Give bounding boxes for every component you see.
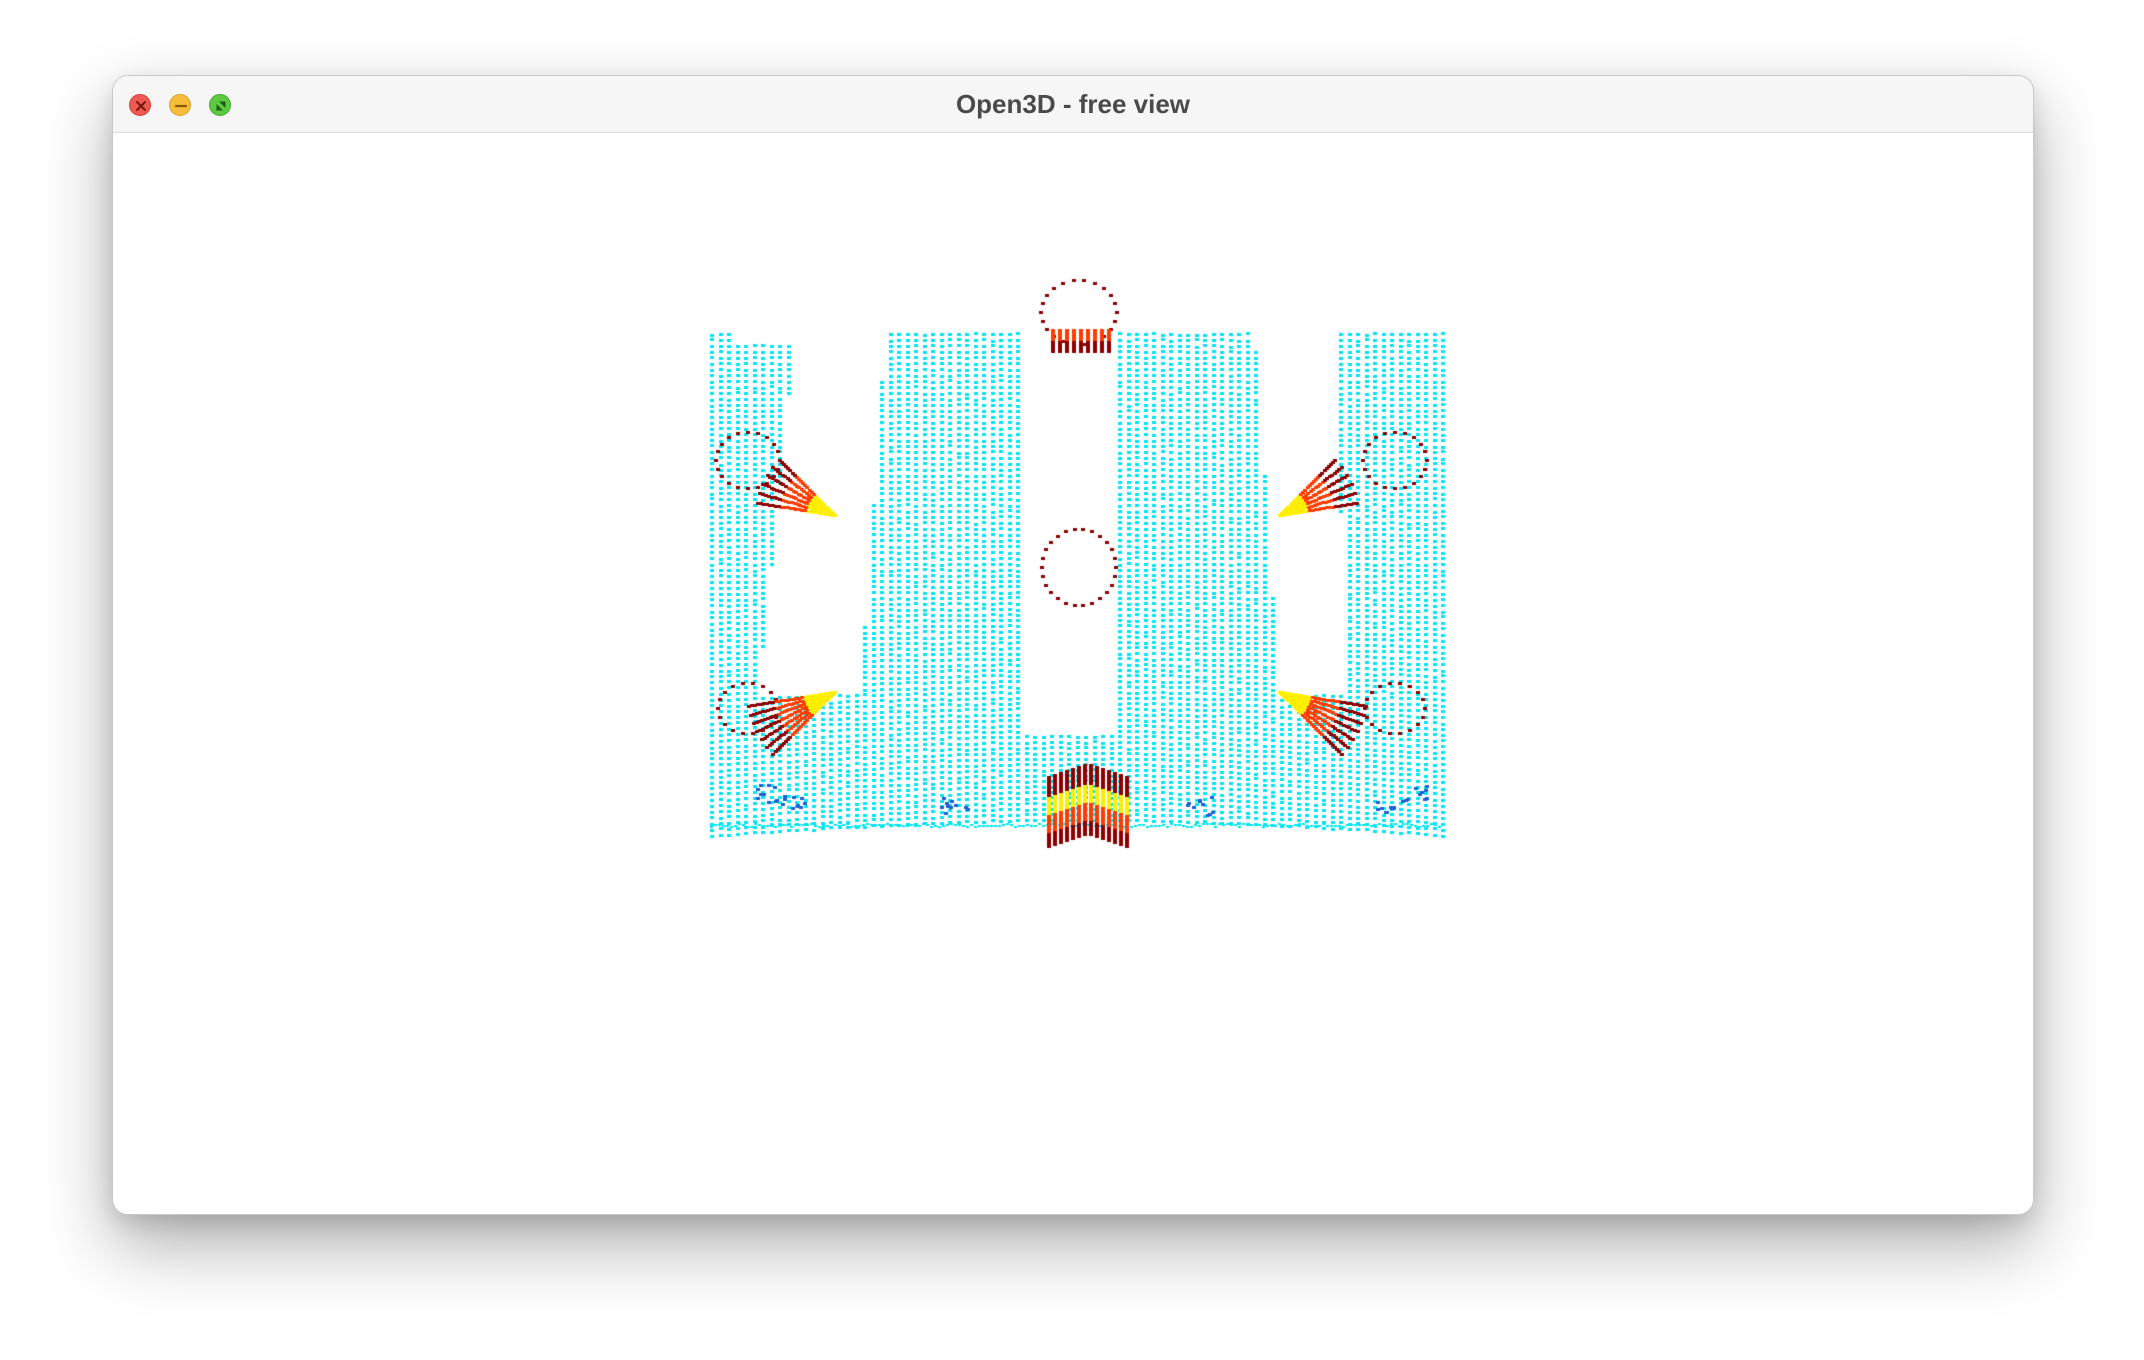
window-title: Open3D - free view xyxy=(955,89,1191,119)
point-cloud-canvas[interactable] xyxy=(113,133,2033,1214)
point-cloud-viewport[interactable] xyxy=(113,133,2033,1214)
app-window: Open3D - free view xyxy=(112,75,2034,1215)
title-bar[interactable]: Open3D - free view xyxy=(113,76,2033,133)
